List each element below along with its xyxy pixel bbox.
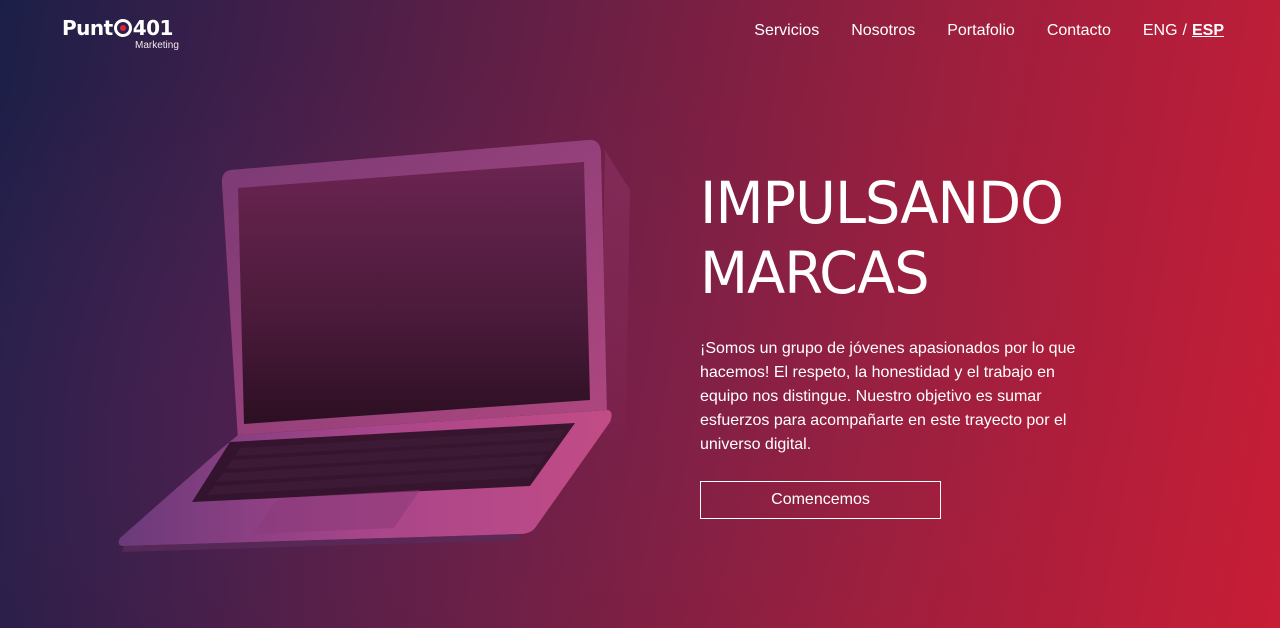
hero-description: ¡Somos un grupo de jóvenes apasionados p… [700,340,1076,453]
lang-separator: / [1182,22,1187,39]
nav-contacto[interactable]: Contacto [1047,22,1111,40]
laptop-illustration [118,139,630,552]
nav-nosotros[interactable]: Nosotros [851,22,915,40]
logo-wordmark: Punt 401 [62,16,173,40]
comencemos-button[interactable]: Comencemos [700,481,941,519]
logo-text-left: Punt [62,16,113,40]
brand-logo[interactable]: Punt 401 Marketing [62,16,182,56]
nav-servicios[interactable]: Servicios [754,22,819,40]
hero-title: IMPULSANDO MARCAS [700,168,1064,308]
hero-title-line-2: MARCAS [700,239,930,307]
logo-text-right: 401 [132,16,174,40]
logo-tagline: Marketing [135,40,179,51]
lang-eng[interactable]: ENG [1143,22,1178,40]
hero-title-line-1: IMPULSANDO [700,169,1064,237]
language-switcher: ENG / ESP [1143,22,1224,40]
nav-portafolio[interactable]: Portafolio [947,22,1015,40]
target-icon [113,19,132,37]
lang-esp[interactable]: ESP [1192,22,1224,40]
main-nav: Servicios Nosotros Portafolio Contacto E… [754,22,1224,40]
